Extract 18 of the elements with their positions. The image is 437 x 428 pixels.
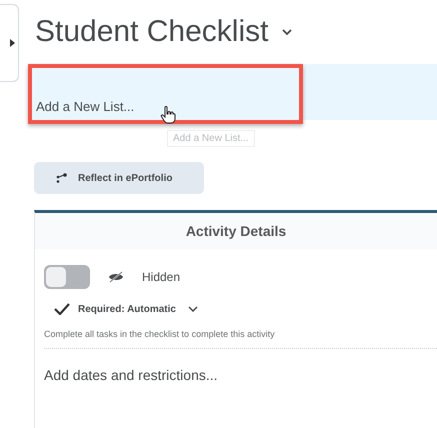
side-panel-tab[interactable]: [0, 4, 19, 82]
chevron-down-icon: [188, 306, 198, 312]
chevron-down-icon[interactable]: [282, 28, 292, 36]
expand-icon: [10, 39, 15, 47]
completion-description: Complete all tasks in the checklist to complete this activity: [44, 329, 437, 349]
check-icon: [54, 303, 70, 315]
dates-restrictions-link[interactable]: Add dates and restrictions...: [44, 367, 218, 383]
hidden-eye-icon: [108, 271, 124, 283]
reflect-button[interactable]: Reflect in ePortfolio: [34, 162, 204, 194]
visibility-label: Hidden: [142, 270, 180, 284]
add-list-button[interactable]: Add a New List...: [28, 64, 303, 124]
tooltip: Add a New List...: [167, 130, 255, 147]
hand-cursor-icon: [160, 106, 176, 124]
visibility-toggle[interactable]: [44, 265, 90, 289]
share-icon: [56, 173, 68, 183]
completion-dropdown[interactable]: Required: Automatic: [54, 303, 198, 315]
panel-header: Activity Details: [35, 213, 437, 249]
page-title: Student Checklist: [35, 15, 268, 49]
